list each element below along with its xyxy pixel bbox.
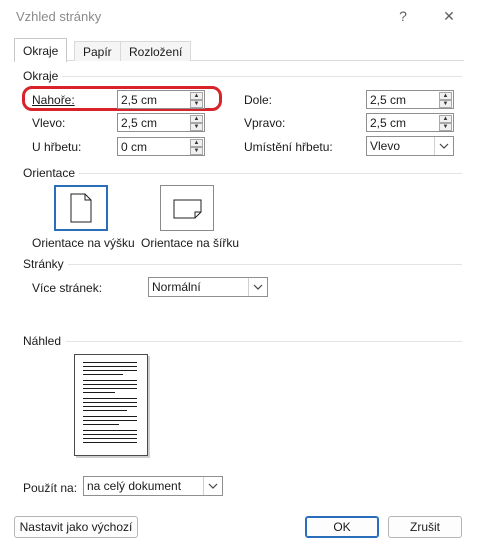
spin-up-icon[interactable]: ▲ (439, 92, 452, 100)
multiple-pages-select[interactable]: Normální (148, 277, 268, 297)
chevron-down-icon (248, 278, 267, 296)
spin-down-icon[interactable]: ▼ (190, 100, 203, 108)
top-margin-value: 2,5 cm (121, 93, 158, 107)
preview-group-label: Náhled (23, 334, 62, 348)
bottom-margin-label: Dole: (244, 93, 273, 107)
preview-separator (66, 341, 462, 342)
multiple-pages-value: Normální (152, 280, 201, 294)
spin-down-icon[interactable]: ▼ (439, 123, 452, 131)
spin-up-icon[interactable]: ▲ (190, 92, 203, 100)
pages-separator (68, 264, 462, 265)
right-margin-value: 2,5 cm (370, 116, 407, 130)
apply-to-value: na celý dokument (87, 479, 182, 493)
cancel-button[interactable]: Zrušit (388, 516, 462, 538)
ok-button[interactable]: OK (305, 516, 379, 538)
gutter-position-label: Umístění hřbetu: (244, 140, 333, 154)
landscape-label[interactable]: Orientace na šířku (141, 236, 239, 250)
top-margin-input[interactable]: 2,5 cm ▲ ▼ (117, 90, 205, 109)
portrait-label[interactable]: Orientace na výšku (32, 236, 135, 250)
left-margin-label: Vlevo: (32, 116, 66, 130)
multiple-pages-label: Více stránek: (32, 281, 103, 295)
page-preview (74, 354, 148, 456)
bottom-margin-value: 2,5 cm (370, 93, 407, 107)
tab-papir[interactable]: Papír (74, 41, 121, 61)
right-margin-label: Vpravo: (244, 116, 286, 130)
landscape-page-icon (173, 199, 202, 219)
window-title: Vzhled stránky (16, 9, 102, 24)
top-margin-label: Nahoře: (32, 93, 75, 107)
portrait-option[interactable] (54, 185, 108, 231)
left-margin-value: 2,5 cm (121, 116, 158, 130)
apply-to-label: Použít na: (23, 481, 78, 495)
spin-up-icon[interactable]: ▲ (190, 139, 203, 147)
gutter-position-value: Vlevo (370, 139, 401, 153)
close-icon: ✕ (443, 7, 455, 24)
left-margin-input[interactable]: 2,5 cm ▲ ▼ (117, 113, 205, 132)
tab-label: Papír (83, 44, 112, 59)
help-button[interactable]: ? (386, 4, 420, 28)
tab-label: Okraje (23, 43, 59, 58)
landscape-option[interactable] (160, 185, 214, 231)
top-margin-label-text: Nahoře: (32, 93, 75, 107)
spin-down-icon[interactable]: ▼ (190, 123, 203, 131)
close-button[interactable]: ✕ (432, 4, 466, 28)
chevron-down-icon (203, 477, 222, 495)
pages-group-label: Stránky (23, 257, 64, 271)
orientation-separator (79, 173, 462, 174)
spin-down-icon[interactable]: ▼ (439, 100, 452, 108)
chevron-down-icon (434, 137, 453, 155)
spin-up-icon[interactable]: ▲ (190, 115, 203, 123)
portrait-page-icon (70, 193, 92, 223)
right-margin-input[interactable]: 2,5 cm ▲ ▼ (366, 113, 454, 132)
apply-to-select[interactable]: na celý dokument (83, 476, 223, 496)
gutter-label: U hřbetu: (32, 140, 82, 154)
margins-separator (62, 76, 462, 77)
spin-down-icon[interactable]: ▼ (190, 147, 203, 155)
tab-okraje[interactable]: Okraje (14, 38, 68, 62)
margins-group-label: Okraje (23, 69, 59, 83)
bottom-margin-input[interactable]: 2,5 cm ▲ ▼ (366, 90, 454, 109)
spin-up-icon[interactable]: ▲ (439, 115, 452, 123)
orientation-group-label: Orientace (23, 166, 76, 180)
set-as-default-button[interactable]: Nastavit jako výchozí (14, 516, 138, 538)
gutter-position-select[interactable]: Vlevo (366, 136, 454, 156)
gutter-input[interactable]: 0 cm ▲ ▼ (117, 137, 205, 156)
gutter-value: 0 cm (121, 140, 148, 154)
tab-label: Rozložení (129, 44, 183, 59)
help-icon: ? (399, 8, 407, 24)
tab-rozlozeni[interactable]: Rozložení (120, 41, 192, 61)
